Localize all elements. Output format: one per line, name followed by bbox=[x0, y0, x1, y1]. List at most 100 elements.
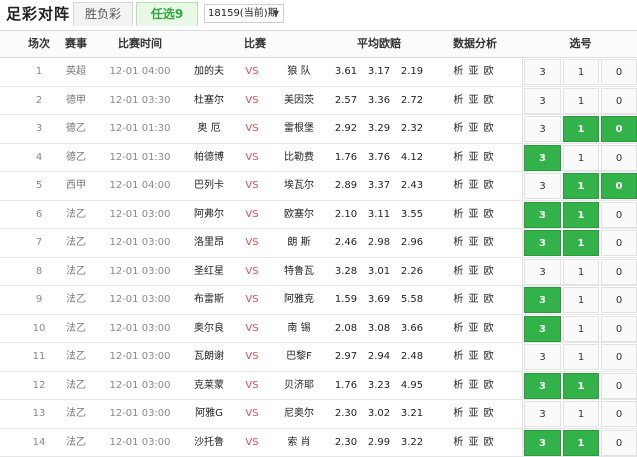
away-team: 比勒费 bbox=[284, 151, 314, 163]
odds-win: 2.92 bbox=[334, 123, 358, 134]
odds-draw: 3.08 bbox=[367, 322, 391, 334]
match-time: 12-01 03:00 bbox=[109, 351, 171, 362]
tab-shengfucai[interactable]: 胜负彩 bbox=[73, 2, 133, 26]
odds-lose: 2.48 bbox=[400, 351, 424, 362]
match-number: 14 bbox=[32, 436, 46, 448]
vs-label: VS bbox=[245, 180, 259, 191]
analysis-links[interactable]: 析 亚 欧 bbox=[446, 429, 502, 457]
odds-win: 2.30 bbox=[334, 436, 358, 448]
pick-0-button[interactable]: 0 bbox=[601, 287, 637, 313]
pick-0-button[interactable]: 0 bbox=[601, 87, 637, 114]
analysis-links[interactable]: 析 亚 欧 bbox=[446, 400, 502, 428]
league-name: 法乙 bbox=[66, 322, 86, 334]
pick-0-button[interactable]: 0 bbox=[601, 315, 637, 342]
analysis-links[interactable]: 析 亚 欧 bbox=[446, 372, 502, 400]
odds-lose: 3.55 bbox=[400, 208, 424, 220]
analysis-links[interactable]: 析 亚 欧 bbox=[446, 87, 502, 115]
header-analysis: 数据分析 bbox=[453, 37, 497, 50]
pick-3-button[interactable]: 3 bbox=[524, 372, 561, 399]
pick-1-button[interactable]: 1 bbox=[563, 230, 599, 256]
pick-3-button[interactable]: 3 bbox=[524, 173, 561, 199]
analysis-links[interactable]: 析 亚 欧 bbox=[446, 172, 502, 200]
analysis-links[interactable]: 析 亚 欧 bbox=[446, 258, 502, 286]
vs-label: VS bbox=[245, 408, 259, 419]
odds-draw: 2.94 bbox=[367, 351, 391, 362]
table-row: 5 西甲 12-01 04:00 巴列卡 VS 埃瓦尔 2.89 3.37 2.43 析 亚 欧 3… bbox=[0, 172, 637, 201]
tab-renxuan9[interactable]: 任选9 bbox=[136, 2, 198, 26]
analysis-links[interactable]: 析 亚 欧 bbox=[446, 315, 502, 343]
header-league: 赛事 bbox=[65, 37, 87, 50]
odds-draw: 3.76 bbox=[367, 151, 391, 163]
match-number: 8 bbox=[35, 265, 43, 277]
analysis-links[interactable]: 析 亚 欧 bbox=[446, 115, 502, 143]
table-row: 13 法乙 12-01 03:00 阿雅G VS 尼奥尔 2.30 3.02 3.21 析 亚 欧… bbox=[0, 400, 637, 429]
league-name: 法乙 bbox=[66, 351, 86, 362]
pick-1-button[interactable]: 1 bbox=[563, 315, 599, 342]
pick-1-button[interactable]: 1 bbox=[563, 59, 599, 85]
pick-3-button[interactable]: 3 bbox=[524, 258, 561, 285]
pick-1-button[interactable]: 1 bbox=[563, 201, 599, 228]
pick-3-button[interactable]: 3 bbox=[524, 59, 561, 85]
pick-0-button[interactable]: 0 bbox=[601, 344, 637, 370]
pick-3-button[interactable]: 3 bbox=[524, 315, 561, 342]
home-team: 巴列卡 bbox=[194, 180, 224, 191]
analysis-links[interactable]: 析 亚 欧 bbox=[446, 201, 502, 229]
pick-1-button[interactable]: 1 bbox=[563, 372, 599, 399]
home-team: 沙托鲁 bbox=[194, 436, 224, 448]
odds-win: 2.30 bbox=[334, 408, 358, 419]
pick-0-button[interactable]: 0 bbox=[601, 258, 637, 285]
pick-1-button[interactable]: 1 bbox=[563, 258, 599, 285]
pick-0-button[interactable]: 0 bbox=[601, 230, 637, 256]
pick-0-button[interactable]: 0 bbox=[601, 116, 637, 142]
odds-win: 2.46 bbox=[334, 237, 358, 248]
pick-0-button[interactable]: 0 bbox=[601, 59, 637, 85]
table-header: 场次 赛事 比赛时间 比赛 平均欧赔 数据分析 选号 bbox=[0, 30, 637, 58]
pick-0-button[interactable]: 0 bbox=[601, 201, 637, 228]
pick-0-button[interactable]: 0 bbox=[601, 144, 637, 171]
home-team: 奥尔良 bbox=[194, 322, 224, 334]
pick-3-button[interactable]: 3 bbox=[524, 87, 561, 114]
pick-3-button[interactable]: 3 bbox=[524, 201, 561, 228]
vs-label: VS bbox=[245, 237, 259, 248]
away-team: 南 锡 bbox=[287, 322, 311, 334]
pick-1-button[interactable]: 1 bbox=[563, 429, 599, 456]
pick-3-button[interactable]: 3 bbox=[524, 116, 561, 142]
vs-label: VS bbox=[245, 94, 259, 106]
header-odds: 平均欧赔 bbox=[357, 37, 401, 50]
analysis-links[interactable]: 析 亚 欧 bbox=[446, 343, 502, 371]
pick-0-button[interactable]: 0 bbox=[601, 173, 637, 199]
analysis-links[interactable]: 析 亚 欧 bbox=[446, 286, 502, 314]
table-row: 10 法乙 12-01 03:00 奥尔良 VS 南 锡 2.08 3.08 3.66 析 亚 欧… bbox=[0, 315, 637, 343]
pick-3-button[interactable]: 3 bbox=[524, 144, 561, 171]
odds-draw: 3.11 bbox=[367, 208, 391, 220]
analysis-links[interactable]: 析 亚 欧 bbox=[446, 144, 502, 172]
pick-1-button[interactable]: 1 bbox=[563, 173, 599, 199]
pick-3-button[interactable]: 3 bbox=[524, 429, 561, 456]
pick-3-button[interactable]: 3 bbox=[524, 401, 561, 427]
analysis-links[interactable]: 析 亚 欧 bbox=[446, 229, 502, 257]
pick-1-button[interactable]: 1 bbox=[563, 287, 599, 313]
odds-lose: 5.58 bbox=[400, 294, 424, 305]
pick-1-button[interactable]: 1 bbox=[563, 401, 599, 427]
period-select[interactable]: 18159(当前)期 ▼ bbox=[204, 4, 284, 23]
pick-3-button[interactable]: 3 bbox=[524, 287, 561, 313]
pick-0-button[interactable]: 0 bbox=[601, 429, 637, 456]
match-time: 12-01 03:00 bbox=[109, 436, 171, 448]
pick-3-button[interactable]: 3 bbox=[524, 344, 561, 370]
pick-1-button[interactable]: 1 bbox=[563, 116, 599, 142]
odds-win: 1.59 bbox=[334, 294, 358, 305]
odds-win: 2.10 bbox=[334, 208, 358, 220]
league-name: 法乙 bbox=[66, 294, 86, 305]
odds-draw: 3.17 bbox=[367, 66, 391, 77]
pick-1-button[interactable]: 1 bbox=[563, 144, 599, 171]
pick-0-button[interactable]: 0 bbox=[601, 401, 637, 427]
match-time: 12-01 03:00 bbox=[109, 208, 171, 220]
pick-0-button[interactable]: 0 bbox=[601, 372, 637, 399]
pick-3-button[interactable]: 3 bbox=[524, 230, 561, 256]
pick-1-button[interactable]: 1 bbox=[563, 344, 599, 370]
analysis-links[interactable]: 析 亚 欧 bbox=[446, 58, 502, 86]
pick-1-button[interactable]: 1 bbox=[563, 87, 599, 114]
match-time: 12-01 03:00 bbox=[109, 237, 171, 248]
odds-draw: 2.98 bbox=[367, 237, 391, 248]
match-number: 10 bbox=[32, 322, 46, 334]
